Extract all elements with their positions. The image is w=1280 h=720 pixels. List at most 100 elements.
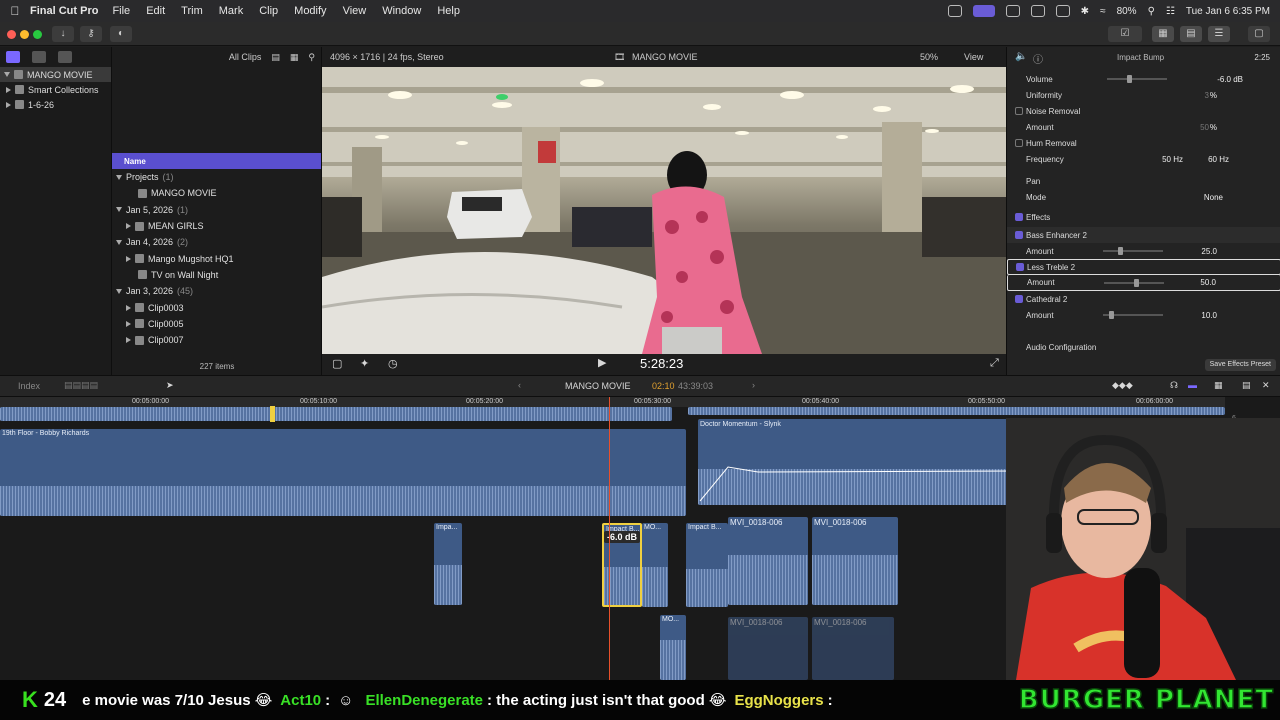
titles-generators-tab-icon[interactable] bbox=[58, 51, 72, 63]
cathedral-amount-slider[interactable] bbox=[1103, 311, 1163, 319]
cathedral-amount-value[interactable]: 10.0 bbox=[1201, 311, 1217, 320]
enhance-icon[interactable]: ✦ bbox=[360, 357, 369, 370]
headphones-icon[interactable]: ☊ bbox=[1170, 380, 1178, 391]
music-clip-bobby-richards[interactable]: 19th Floor - Bobby Richards bbox=[0, 429, 686, 516]
connected-clip-impact[interactable]: Impa... bbox=[434, 523, 462, 605]
close-window-button[interactable] bbox=[7, 30, 16, 39]
browser-row[interactable]: Projects (1) bbox=[112, 169, 321, 185]
browser-row[interactable]: MANGO MOVIE bbox=[112, 185, 321, 201]
transitions-browser-icon[interactable]: ✕ bbox=[1262, 380, 1270, 391]
browser-row[interactable]: Jan 3, 2026 (45) bbox=[112, 283, 321, 299]
minimize-window-button[interactable] bbox=[20, 30, 29, 39]
search-icon[interactable]: ⚲ bbox=[1148, 6, 1155, 17]
browser-row[interactable]: TV on Wall Night bbox=[112, 267, 321, 283]
disclosure-triangle-icon[interactable] bbox=[126, 223, 131, 230]
volume-icon[interactable] bbox=[1030, 5, 1045, 17]
share-icon[interactable]: ☑ bbox=[1108, 26, 1142, 42]
audio-configuration-label[interactable]: Audio Configuration bbox=[1026, 343, 1096, 352]
clip-appearance-icon[interactable]: ▦ bbox=[1214, 380, 1223, 391]
connected-clip-mo-lower[interactable]: MO... bbox=[660, 615, 686, 680]
bass-enhancer-label[interactable]: Bass Enhancer 2 bbox=[1026, 231, 1087, 240]
treble-amount-slider[interactable] bbox=[1104, 278, 1164, 287]
zoom-dropdown[interactable]: 50% bbox=[920, 52, 938, 62]
library-item-event[interactable]: 1-6-26 bbox=[0, 97, 111, 112]
browser-row[interactable]: Clip0005 bbox=[112, 316, 321, 332]
timeline-project-name[interactable]: MANGO MOVIE bbox=[565, 381, 631, 391]
inspector-toggle-icon[interactable]: ☰ bbox=[1208, 26, 1230, 42]
connected-clip-mo[interactable]: MO... bbox=[642, 523, 668, 607]
photos-audio-tab-icon[interactable] bbox=[32, 51, 46, 63]
screen-share-icon[interactable] bbox=[947, 5, 962, 17]
forward-arrow-icon[interactable]: › bbox=[752, 380, 755, 390]
transform-icon[interactable]: ▢ bbox=[332, 357, 342, 370]
disclosure-triangle-icon[interactable] bbox=[116, 207, 122, 213]
disclosure-triangle-icon[interactable] bbox=[4, 72, 10, 77]
storyline-clip[interactable] bbox=[0, 407, 672, 421]
video-clip-mvi-0018-disabled[interactable]: MVI_0018-006 bbox=[728, 617, 808, 680]
browser-row[interactable]: Jan 5, 2026 (1) bbox=[112, 202, 321, 218]
cathedral-checkbox[interactable] bbox=[1015, 295, 1023, 303]
menu-trim[interactable]: Trim bbox=[181, 5, 203, 17]
view-menu[interactable]: View bbox=[964, 52, 983, 62]
effects-checkbox[interactable] bbox=[1015, 213, 1023, 221]
back-arrow-icon[interactable]: ‹ bbox=[518, 380, 521, 390]
fullscreen-icon[interactable]: ▢ bbox=[1248, 26, 1270, 42]
fullscreen-viewer-icon[interactable]: ⤢ bbox=[990, 357, 999, 370]
disclosure-triangle-icon[interactable] bbox=[6, 86, 11, 93]
uniformity-value[interactable]: 3 bbox=[1205, 91, 1209, 100]
disclosure-triangle-icon[interactable] bbox=[116, 288, 122, 294]
bass-amount-value[interactable]: 25.0 bbox=[1201, 247, 1217, 256]
play-button[interactable]: ▶ bbox=[598, 356, 606, 369]
search-icon[interactable]: ⚲ bbox=[308, 52, 315, 63]
playhead[interactable] bbox=[609, 397, 610, 680]
clip-filter-dropdown[interactable]: All Clips bbox=[229, 52, 262, 62]
timecode-display[interactable]: 5:28:23 bbox=[640, 356, 683, 371]
video-clip-mvi-0018[interactable]: MVI_0018-006 bbox=[812, 517, 898, 605]
clock[interactable]: Tue Jan 6 6:35 PM bbox=[1186, 6, 1270, 17]
volume-slider[interactable] bbox=[1107, 75, 1167, 83]
edit-tools-icon[interactable]: ▤▤▤▤ bbox=[64, 380, 98, 391]
recording-icon[interactable] bbox=[972, 5, 995, 17]
menu-help[interactable]: Help bbox=[437, 5, 460, 17]
disclosure-triangle-icon[interactable] bbox=[126, 320, 131, 327]
name-column-header[interactable]: Name bbox=[112, 153, 321, 169]
timeline-toggle-icon[interactable]: ▤ bbox=[1180, 26, 1202, 42]
zoom-window-button[interactable] bbox=[33, 30, 42, 39]
keywords-icon[interactable]: ⚷ bbox=[80, 26, 102, 42]
menu-modify[interactable]: Modify bbox=[294, 5, 326, 17]
pan-mode-dropdown[interactable]: None bbox=[1204, 193, 1223, 202]
bluetooth-icon[interactable]: ✱ bbox=[1081, 6, 1089, 17]
connected-clip-impact-bump[interactable]: Impact B... bbox=[686, 523, 728, 607]
audio-tab-icon[interactable]: 🔈 bbox=[1015, 51, 1027, 62]
snapping-icon[interactable]: ▬ bbox=[1188, 380, 1197, 390]
apple-menu-icon[interactable]:  bbox=[0, 4, 30, 18]
menu-window[interactable]: Window bbox=[382, 5, 421, 17]
menu-mark[interactable]: Mark bbox=[219, 5, 243, 17]
save-effects-preset-button[interactable]: Save Effects Preset bbox=[1204, 359, 1276, 371]
noise-amount-value[interactable]: 50 bbox=[1200, 123, 1209, 132]
browser-row[interactable]: Jan 4, 2026 (2) bbox=[112, 234, 321, 250]
battery-level[interactable]: 80% bbox=[1117, 6, 1137, 17]
browser-row[interactable]: Mango Mugshot HQ1 bbox=[112, 250, 321, 266]
play-circle-icon[interactable] bbox=[1005, 5, 1020, 17]
library-item-mango-movie[interactable]: MANGO MOVIE bbox=[0, 67, 111, 82]
disclosure-triangle-icon[interactable] bbox=[6, 101, 11, 108]
speed-icon[interactable]: ◷ bbox=[388, 357, 398, 370]
disclosure-triangle-icon[interactable] bbox=[126, 255, 131, 262]
browser-row[interactable]: Clip0003 bbox=[112, 299, 321, 315]
info-tab-icon[interactable]: ⓘ bbox=[1033, 51, 1043, 66]
list-view-icon[interactable]: ▦ bbox=[290, 52, 299, 63]
bass-enhancer-checkbox[interactable] bbox=[1015, 231, 1023, 239]
less-treble-checkbox[interactable] bbox=[1016, 263, 1024, 271]
less-treble-label[interactable]: Less Treble 2 bbox=[1027, 263, 1075, 272]
app-menu[interactable]: Final Cut Pro bbox=[30, 5, 98, 17]
bass-amount-slider[interactable] bbox=[1103, 247, 1163, 255]
select-tool-icon[interactable]: ➤ bbox=[166, 380, 174, 391]
video-clip-mvi-0018[interactable]: MVI_0018-006 bbox=[728, 517, 808, 605]
menu-file[interactable]: File bbox=[112, 5, 130, 17]
frequency-60hz-option[interactable]: 60 Hz bbox=[1208, 155, 1229, 164]
timeline-ruler[interactable] bbox=[0, 397, 1225, 407]
effects-browser-icon[interactable]: ▤ bbox=[1242, 380, 1251, 391]
hum-removal-checkbox[interactable] bbox=[1015, 139, 1023, 147]
libraries-tab-icon[interactable] bbox=[6, 51, 20, 63]
